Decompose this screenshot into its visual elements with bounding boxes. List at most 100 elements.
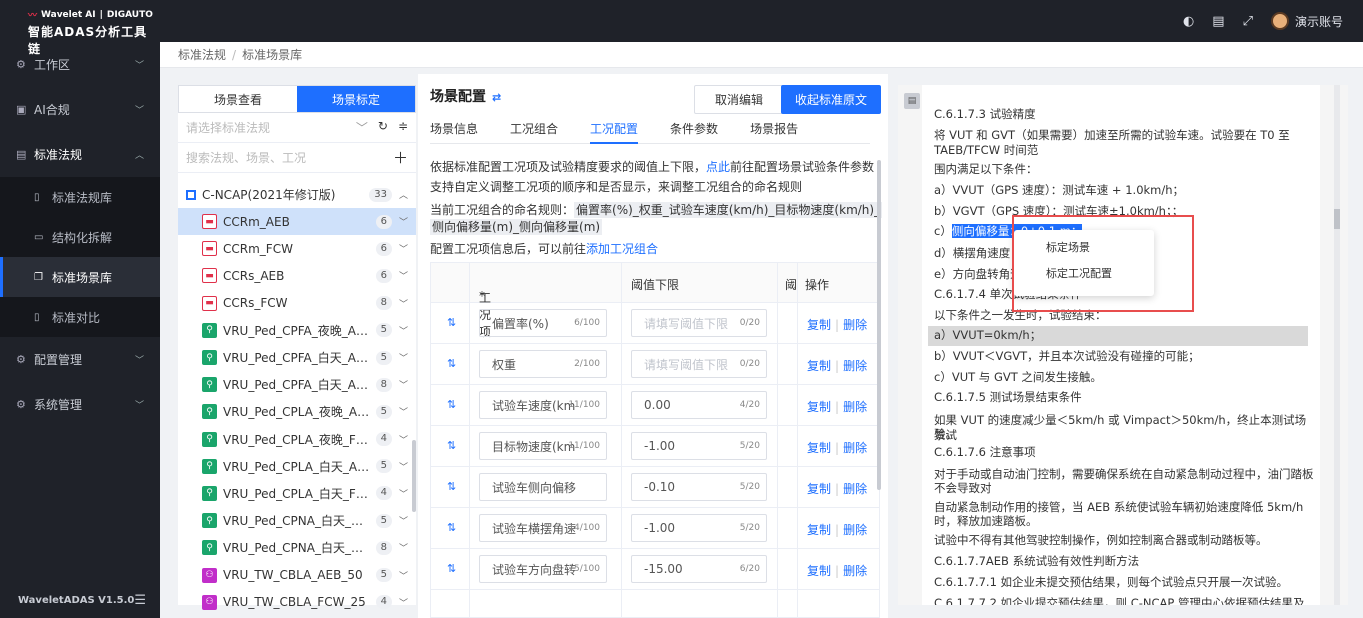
condition-name-input[interactable]: 试验车方向盘转 15/100 <box>479 555 607 583</box>
copy-button[interactable]: 复制 <box>807 318 831 332</box>
breadcrumb-item[interactable]: 标准法规 <box>178 46 226 63</box>
drag-handle-icon[interactable]: ⇅ <box>447 316 456 329</box>
tree-item[interactable]: ⚲ VRU_Ped_CPNA_白天_AE... 5 ﹀ <box>178 507 416 534</box>
theme-toggle-icon[interactable]: ◐ <box>1183 14 1194 29</box>
tree-item[interactable]: ▬ CCRm_FCW 6 ﹀ <box>178 235 416 262</box>
delete-button[interactable]: 删除 <box>843 441 867 455</box>
copy-button[interactable]: 复制 <box>807 359 831 373</box>
copy-button[interactable]: 复制 <box>807 441 831 455</box>
lower-threshold-input[interactable]: 请填写阈值下限 0/20 <box>631 309 767 337</box>
tree-item[interactable]: ⚲ VRU_Ped_CPNA_白天_AE... 8 ﹀ <box>178 534 416 561</box>
drag-handle-icon[interactable]: ⇅ <box>447 562 456 575</box>
table-header: * 工况项 阈值下限 阈 操作 <box>431 263 879 339</box>
search-input[interactable]: 搜索法规、场景、工况 ＋ <box>178 143 416 173</box>
tab-condition-params[interactable]: 条件参数 <box>670 120 718 143</box>
tree-item[interactable]: ⚲ VRU_Ped_CPLA_夜晚_AE... 5 ﹀ <box>178 398 416 425</box>
lower-threshold-input[interactable]: -15.00 6/20 <box>631 555 767 583</box>
delete-button[interactable]: 删除 <box>843 523 867 537</box>
drag-handle-icon[interactable]: ⇅ <box>447 480 456 493</box>
tree-item[interactable]: ⚲ VRU_Ped_CPLA_白天_AE... 5 ﹀ <box>178 453 416 480</box>
refresh-icon[interactable]: ↻ <box>378 119 388 136</box>
user-menu[interactable]: 演示账号 <box>1270 12 1343 30</box>
condition-name-input[interactable]: 目标物速度(km 11/100 <box>479 432 607 460</box>
tab-scenario-view[interactable]: 场景查看 <box>179 86 297 112</box>
copy-button[interactable]: 复制 <box>807 482 831 496</box>
condition-name-input[interactable]: 偏置率(%) 6/100 <box>479 309 607 337</box>
tab-scenario-report[interactable]: 场景报告 <box>750 120 798 143</box>
drag-handle-icon[interactable]: ⇅ <box>447 439 456 452</box>
delete-button[interactable]: 删除 <box>843 318 867 332</box>
center-scrollbar[interactable] <box>877 160 881 490</box>
sub-item-scenario-library[interactable]: ❐ 标准场景库 <box>0 257 160 297</box>
count-badge: 4 <box>375 595 392 610</box>
standard-select-placeholder: 请选择标准法规 <box>186 121 271 135</box>
tree-item[interactable]: ⚲ VRU_Ped_CPFA_白天_AE... 8 ﹀ <box>178 371 416 398</box>
count-badge: 8 <box>375 540 392 555</box>
delete-button[interactable]: 删除 <box>843 400 867 414</box>
condition-name-input[interactable]: 权重 2/100 <box>479 350 607 378</box>
tab-condition-combo[interactable]: 工况组合 <box>510 120 558 143</box>
table-row: ⇅ 偏置率(%) 6/100 请填写阈值下限 0/20 复制 | 删除 <box>431 303 879 344</box>
tree-group-cncap[interactable]: C-NCAP(2021年修订版) 33 ︿ <box>178 181 416 208</box>
search-placeholder: 搜索法规、场景、工况 <box>186 151 307 165</box>
menu-item-config[interactable]: ⚙ 配置管理 ﹀ <box>0 337 160 382</box>
tree-item[interactable]: ⚲ VRU_Ped_CPLA_白天_FC... 4 ﹀ <box>178 480 416 507</box>
outline-icon[interactable]: ▤ <box>904 93 920 109</box>
menu-item-standards[interactable]: ▤ 标准法规 ︿ <box>0 132 160 177</box>
tree-item[interactable]: ⚲ VRU_Ped_CPLA_夜晚_FC... 4 ﹀ <box>178 426 416 453</box>
config-link[interactable]: 点此 <box>706 160 730 174</box>
delete-button[interactable]: 删除 <box>843 564 867 578</box>
topbar: ◐ ▤ ⤢ 演示账号 <box>160 0 1363 42</box>
condition-name-input[interactable]: 试验车速度(km 11/100 <box>479 391 607 419</box>
scenario-config-panel: 场景配置 ⇄ 取消编辑 收起标准原文 场景信息 工况组合 工况配置 条件参数 场景… <box>418 74 888 618</box>
delete-button[interactable]: 删除 <box>843 482 867 496</box>
tree-item[interactable]: ▬ CCRs_FCW 8 ﹀ <box>178 290 416 317</box>
chevron-down-icon: ﹀ <box>398 544 408 555</box>
menu-item-system[interactable]: ⚙ 系统管理 ﹀ <box>0 382 160 427</box>
collapse-standard-button[interactable]: 收起标准原文 <box>781 85 881 114</box>
drag-handle-icon[interactable]: ⇅ <box>447 398 456 411</box>
condition-name-input[interactable]: 试验车侧向偏移 <box>479 473 607 501</box>
standard-select[interactable]: 请选择标准法规 ﹀ ↻ ≑ <box>178 113 416 143</box>
cancel-edit-button[interactable]: 取消编辑 <box>694 85 784 114</box>
tree-item[interactable]: ⚇ VRU_TW_CBLA_FCW_25 4 ﹀ <box>178 589 416 616</box>
document-scrollbar[interactable] <box>1334 85 1340 605</box>
tab-scenario-calibrate[interactable]: 场景标定 <box>297 86 415 112</box>
menu-item-workspace[interactable]: ⚙ 工作区 ﹀ <box>0 42 160 87</box>
copy-button[interactable]: 复制 <box>807 400 831 414</box>
document-icon[interactable]: ▤ <box>1212 14 1224 29</box>
tree-item[interactable]: ⚇ VRU_TW_CBLA_AEB_50 5 ﹀ <box>178 561 416 588</box>
lower-threshold-input[interactable]: 0.00 4/20 <box>631 391 767 419</box>
count-badge: 5 <box>375 459 392 474</box>
drag-handle-icon[interactable]: ⇅ <box>447 357 456 370</box>
fullscreen-icon[interactable]: ⤢ <box>1243 14 1253 29</box>
add-icon[interactable]: ＋ <box>393 147 408 168</box>
tab-condition-config[interactable]: 工况配置 <box>590 120 639 144</box>
sub-item-standards-library[interactable]: ▯ 标准法规库 <box>0 177 160 217</box>
tab-scenario-info[interactable]: 场景信息 <box>430 120 478 143</box>
drag-handle-icon[interactable]: ⇅ <box>447 521 456 534</box>
filter-icon[interactable]: ≑ <box>398 119 408 136</box>
copy-button[interactable]: 复制 <box>807 523 831 537</box>
condition-name-input[interactable]: 试验车横摆角速 14/100 <box>479 514 607 542</box>
collapse-menu-icon[interactable]: ☰ <box>134 593 146 608</box>
lower-threshold-input[interactable]: 请填写阈值下限 0/20 <box>631 350 767 378</box>
tree-item[interactable]: ▬ CCRm_AEB 6 ﹀ <box>178 208 416 236</box>
tree-scrollbar[interactable] <box>412 440 416 512</box>
gear-icon: ⚙ <box>16 58 26 71</box>
menu-item-ai-compliance[interactable]: ▣ AI合规 ﹀ <box>0 87 160 132</box>
delete-button[interactable]: 删除 <box>843 359 867 373</box>
sync-icon[interactable]: ⇄ <box>492 91 501 104</box>
lower-threshold-input[interactable]: -1.00 5/20 <box>631 432 767 460</box>
tree-item[interactable]: ⚲ VRU_Ped_CPFA_白天_AE... 5 ﹀ <box>178 344 416 371</box>
lower-threshold-input[interactable]: -1.00 5/20 <box>631 514 767 542</box>
add-combo-link[interactable]: 添加工况组合 <box>586 242 658 256</box>
tree-item[interactable]: ▬ CCRs_AEB 6 ﹀ <box>178 262 416 289</box>
lower-threshold-input[interactable]: -0.10 5/20 <box>631 473 767 501</box>
sub-item-compare[interactable]: ▯ 标准对比 <box>0 297 160 337</box>
document-scroll-thumb[interactable] <box>1334 209 1340 229</box>
chevron-down-icon: ﹀ <box>398 462 408 473</box>
sub-item-structured[interactable]: ▭ 结构化拆解 <box>0 217 160 257</box>
copy-button[interactable]: 复制 <box>807 564 831 578</box>
tree-item[interactable]: ⚲ VRU_Ped_CPFA_夜晚_AE... 5 ﹀ <box>178 317 416 344</box>
